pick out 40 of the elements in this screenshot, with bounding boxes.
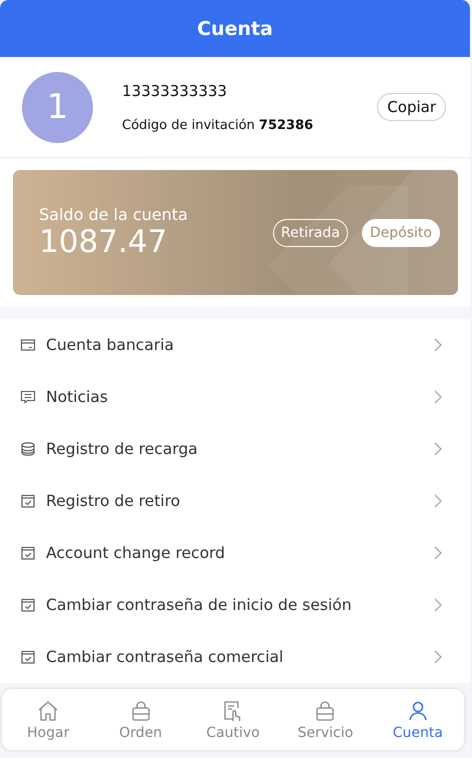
- menu-label: Cambiar contraseña comercial: [46, 648, 284, 666]
- menu-label: Registro de retiro: [46, 492, 182, 510]
- message-icon: [20, 389, 36, 405]
- invitation-code: Código de invitación 752386: [122, 118, 314, 132]
- chevron-right-icon: [434, 650, 442, 664]
- menu-item[interactable]: Registro de recarga: [0, 423, 470, 475]
- menu-label: Account change record: [46, 544, 226, 562]
- page-title: Cuenta: [197, 18, 273, 40]
- chevron-right-icon: [434, 494, 442, 508]
- nav-tab[interactable]: Hogar: [2, 689, 94, 750]
- balance-amount: 1087.47: [39, 224, 168, 260]
- menu-label: Noticias: [46, 388, 109, 406]
- chevron-right-icon: [434, 390, 442, 404]
- card-icon: [20, 337, 36, 353]
- menu-item[interactable]: Noticias: [0, 371, 470, 423]
- menu-item[interactable]: Registro de retiro: [0, 475, 470, 527]
- copy-button[interactable]: Copiar: [377, 93, 446, 121]
- chevron-right-icon: [434, 598, 442, 612]
- chevron-right-icon: [434, 338, 442, 352]
- menu-label: Cuenta bancaria: [46, 336, 175, 354]
- nav-tab[interactable]: Orden: [94, 689, 187, 750]
- calendar-check-icon: [20, 649, 36, 665]
- phone-number: 13333333333: [122, 82, 228, 100]
- calendar-check-icon: [20, 545, 36, 561]
- chevron-right-icon: [434, 442, 442, 456]
- chevron-right-icon: [434, 546, 442, 560]
- nav-tab[interactable]: Cautivo: [186, 689, 280, 750]
- balance-label: Saldo de la cuenta: [39, 205, 189, 224]
- menu-item[interactable]: Cambiar contraseña de inicio de sesión: [0, 579, 470, 631]
- menu-label: Cambiar contraseña de inicio de sesión: [46, 596, 353, 614]
- nav-tab[interactable]: Servicio: [279, 689, 372, 750]
- coins-icon: [20, 441, 36, 457]
- menu-item[interactable]: Cambiar contraseña comercial: [0, 631, 470, 683]
- avatar: 1: [22, 72, 93, 142]
- menu-label: Registro de recarga: [46, 440, 199, 458]
- calendar-check-icon: [20, 597, 36, 613]
- menu-item[interactable]: Cuenta bancaria: [0, 319, 470, 371]
- nav-tab[interactable]: Cuenta: [372, 689, 464, 750]
- calendar-check-icon: [20, 493, 36, 509]
- menu-item[interactable]: Account change record: [0, 527, 470, 579]
